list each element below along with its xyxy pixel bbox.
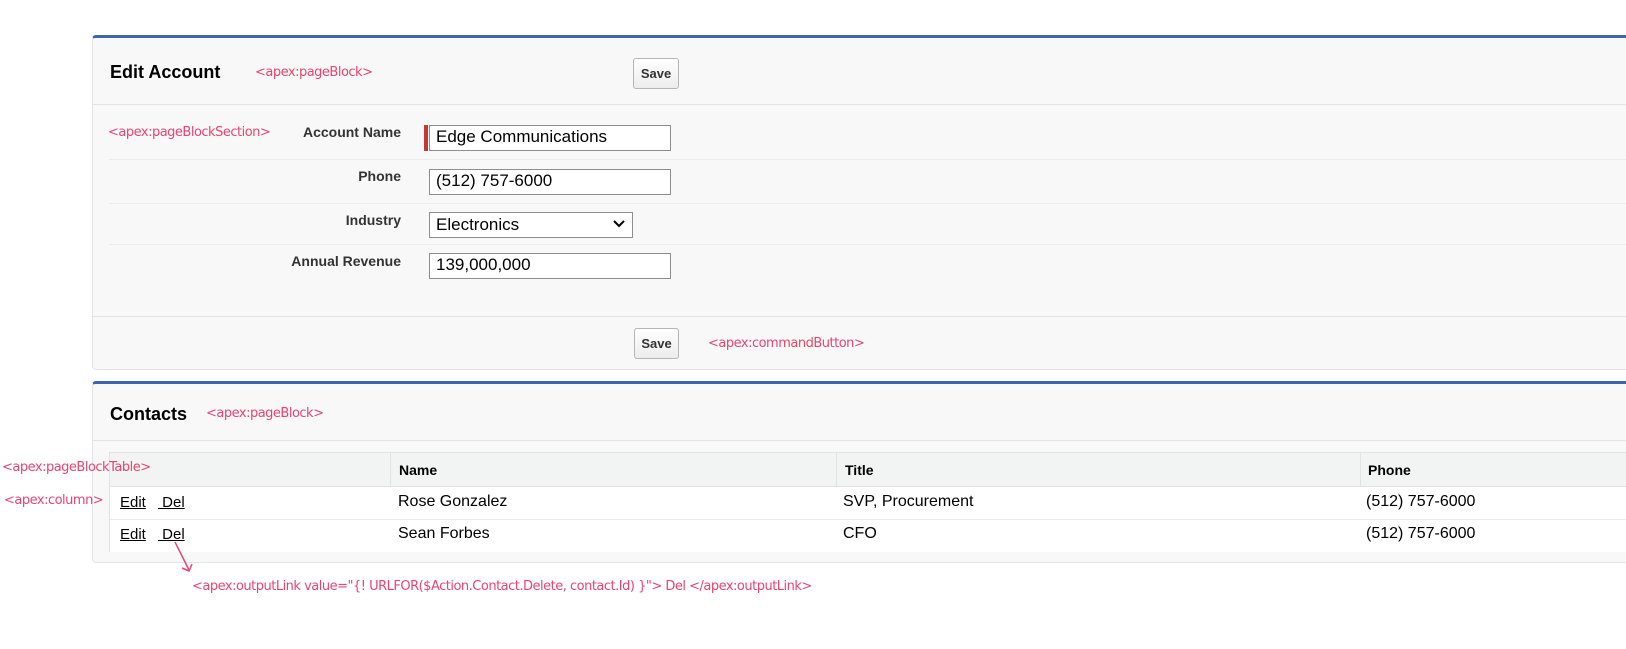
contact-name: Rose Gonzalez bbox=[398, 493, 508, 510]
column-header-phone[interactable]: Phone bbox=[1368, 462, 1411, 478]
phone-label: Phone bbox=[358, 168, 401, 184]
contact-title: CFO bbox=[843, 525, 877, 542]
contact-title: SVP, Procurement bbox=[843, 493, 974, 510]
contacts-title: Contacts bbox=[110, 404, 188, 424]
annotation-output-link: <apex:outputLink value="{! URLFOR($Actio… bbox=[192, 579, 812, 594]
contacts-table: Name Title Phone Edit Del Rose Gonzalez … bbox=[109, 452, 1626, 552]
annotation-arrow-icon bbox=[174, 541, 193, 572]
phone-input[interactable]: (512) 757-6000 bbox=[429, 169, 671, 195]
chevron-down-icon bbox=[613, 220, 625, 228]
annotation-command-button: <apex:commandButton> bbox=[708, 336, 865, 351]
contact-phone: (512) 757-6000 bbox=[1366, 493, 1476, 510]
annotation-page-block-table: <apex:pageBlockTable> bbox=[2, 460, 151, 475]
contact-phone: (512) 757-6000 bbox=[1366, 525, 1476, 542]
account-name-label: Account Name bbox=[302, 124, 401, 140]
industry-select-value: Electronics bbox=[436, 215, 520, 234]
annotation-page-block-section: <apex:pageBlockSection> bbox=[108, 125, 271, 140]
save-button-bottom[interactable]: Save bbox=[634, 328, 679, 359]
annotation-page-block: <apex:pageBlock> bbox=[255, 65, 373, 80]
edit-link[interactable]: Edit bbox=[120, 494, 146, 511]
save-button-top[interactable]: Save bbox=[633, 58, 679, 89]
column-header-title[interactable]: Title bbox=[845, 462, 874, 478]
annotation-column: <apex:column> bbox=[4, 493, 104, 508]
column-header-name[interactable]: Name bbox=[399, 462, 437, 478]
edit-account-block: Edit Account <apex:pageBlock> Save <apex… bbox=[92, 35, 1626, 370]
account-name-input[interactable]: Edge Communications bbox=[429, 125, 671, 151]
edit-account-title: Edit Account bbox=[110, 62, 221, 82]
delete-link[interactable]: Del bbox=[158, 494, 185, 511]
industry-select[interactable]: Electronics bbox=[429, 212, 633, 238]
annotation-page-block-contacts: <apex:pageBlock> bbox=[206, 406, 324, 421]
edit-link[interactable]: Edit bbox=[120, 526, 146, 543]
required-indicator bbox=[424, 125, 428, 151]
contact-name: Sean Forbes bbox=[398, 525, 490, 542]
industry-label: Industry bbox=[345, 212, 401, 228]
table-header: Name Title Phone bbox=[110, 453, 1626, 487]
contacts-block: Contacts <apex:pageBlock> Name Title Pho… bbox=[92, 381, 1626, 563]
annual-revenue-label: Annual Revenue bbox=[291, 253, 401, 269]
annual-revenue-input[interactable]: 139,000,000 bbox=[429, 253, 671, 279]
